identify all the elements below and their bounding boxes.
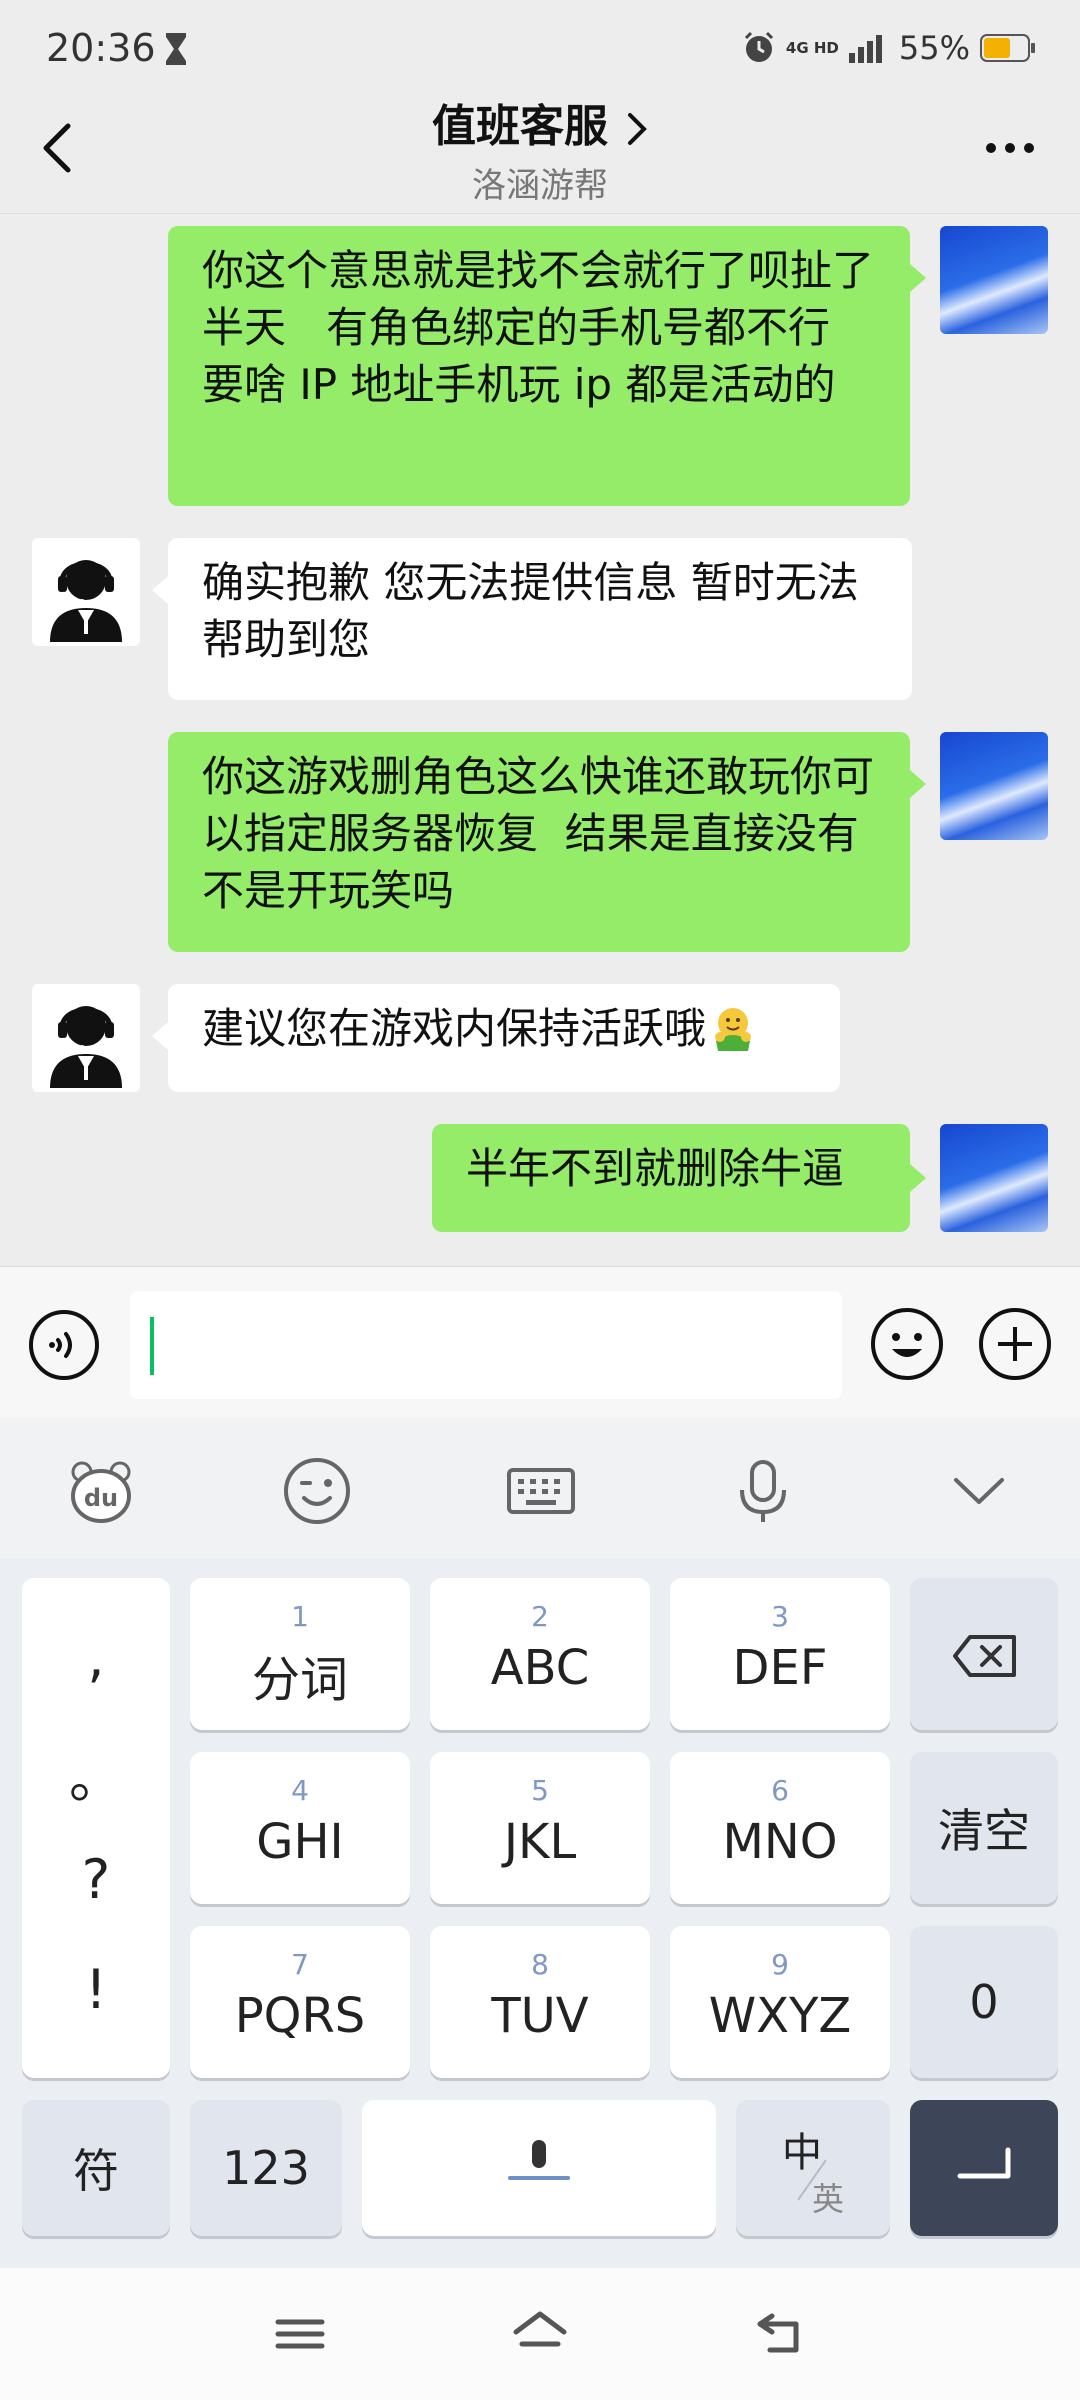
key-1[interactable]: 1 分词	[190, 1578, 410, 1730]
network-type-label: 4G HD	[785, 38, 839, 57]
exclamation-key[interactable]: !	[22, 1958, 170, 2021]
svg-text:du: du	[84, 1484, 118, 1512]
signal-icon	[848, 35, 882, 63]
status-indicators: 4G HD 55%	[742, 28, 1036, 68]
system-navigation-bar	[0, 2268, 1080, 2400]
emoji-smiley-icon[interactable]	[870, 1307, 944, 1381]
question-key[interactable]: ?	[22, 1848, 170, 1911]
chat-title-row[interactable]: 值班客服	[0, 90, 1080, 154]
more-options-icon[interactable]	[984, 140, 1036, 156]
plus-icon[interactable]	[978, 1307, 1052, 1381]
bubble-tail	[152, 576, 168, 604]
period-key[interactable]: 。	[22, 1734, 170, 1813]
keyboard-toolbar: du	[0, 1418, 1080, 1558]
bubble-tail	[152, 1022, 168, 1050]
chevron-down-icon[interactable]	[944, 1456, 1014, 1526]
space-voice-icon	[508, 2140, 570, 2180]
hug-emoji-icon	[715, 1008, 752, 1051]
chat-subtitle: 洛涵游帮	[472, 166, 608, 206]
menu-icon[interactable]	[270, 2306, 330, 2362]
text-cursor	[150, 1317, 154, 1375]
battery-icon	[980, 34, 1035, 62]
backspace-icon	[953, 1635, 1016, 1677]
incoming-message-bubble[interactable]: 建议您在游戏内保持活跃哦	[168, 984, 840, 1092]
key-3[interactable]: 3 DEF	[670, 1578, 890, 1730]
key-9[interactable]: 9 WXYZ	[670, 1926, 890, 2078]
t9-keyboard: , 。 ? ! 1 分词 2 ABC 3 DEF 4 GHI 5 JKL 6 M…	[0, 1558, 1080, 2268]
baidu-du-logo-icon[interactable]: du	[66, 1456, 136, 1526]
message-text-input[interactable]	[130, 1291, 842, 1399]
enter-return-icon	[957, 2147, 1011, 2179]
hourglass-icon	[166, 33, 186, 65]
alarm-icon	[744, 31, 773, 62]
comma-key[interactable]: ,	[22, 1626, 170, 1689]
key-7[interactable]: 7 PQRS	[190, 1926, 410, 2078]
agent-avatar[interactable]	[32, 984, 140, 1092]
status-time: 20:36	[46, 26, 156, 70]
customer-service-agent-icon	[50, 560, 122, 642]
emoji-wink-icon[interactable]	[282, 1456, 352, 1526]
key-4[interactable]: 4 GHI	[190, 1752, 410, 1904]
status-bar: 20:36 4G HD 55%	[0, 0, 1080, 80]
space-key[interactable]	[362, 2100, 716, 2236]
chat-header: 值班客服 洛涵游帮	[0, 80, 1080, 214]
voice-input-icon[interactable]	[28, 1309, 100, 1381]
punctuation-column[interactable]: , 。 ? !	[22, 1578, 170, 2078]
zero-key[interactable]: 0	[910, 1926, 1058, 2078]
my-avatar[interactable]	[940, 1124, 1048, 1232]
key-6[interactable]: 6 MNO	[670, 1752, 890, 1904]
symbols-key[interactable]: 符	[22, 2100, 170, 2236]
battery-percent: 55%	[898, 29, 970, 67]
home-icon[interactable]	[510, 2306, 570, 2362]
chat-input-bar	[0, 1266, 1080, 1418]
customer-service-agent-icon	[50, 1006, 122, 1088]
key-2[interactable]: 2 ABC	[430, 1578, 650, 1730]
my-avatar[interactable]	[940, 732, 1048, 840]
key-8[interactable]: 8 TUV	[430, 1926, 650, 2078]
incoming-message-bubble[interactable]: 确实抱歉 您无法提供信息 暂时无法帮助到您	[168, 538, 912, 700]
clear-key[interactable]: 清空	[910, 1752, 1058, 1904]
agent-avatar[interactable]	[32, 538, 140, 646]
outgoing-message-bubble[interactable]: 你这个意思就是找不会就行了呗扯了半天 有角色绑定的手机号都不行 要啥 IP 地址…	[168, 226, 910, 506]
message-list[interactable]: 你这个意思就是找不会就行了呗扯了半天 有角色绑定的手机号都不行 要啥 IP 地址…	[0, 214, 1080, 1266]
keyboard-icon[interactable]	[506, 1456, 576, 1526]
enter-key[interactable]	[910, 2100, 1058, 2236]
language-switch-key[interactable]: 中 英	[736, 2100, 890, 2236]
chat-title: 值班客服	[432, 101, 608, 152]
numbers-key[interactable]: 123	[190, 2100, 342, 2236]
bubble-tail	[910, 264, 926, 292]
bubble-tail	[910, 1164, 926, 1192]
message-text: 建议您在游戏内保持活跃哦	[202, 1004, 707, 1053]
key-5[interactable]: 5 JKL	[430, 1752, 650, 1904]
back-icon[interactable]	[750, 2306, 810, 2362]
backspace-key[interactable]	[910, 1578, 1058, 1730]
microphone-icon[interactable]	[728, 1456, 798, 1526]
outgoing-message-bubble[interactable]: 半年不到就删除牛逼	[432, 1124, 910, 1232]
chevron-right-icon	[628, 113, 647, 145]
outgoing-message-bubble[interactable]: 你这游戏删角色这么快谁还敢玩你可以指定服务器恢复 结果是直接没有不是开玩笑吗	[168, 732, 910, 952]
my-avatar[interactable]	[940, 226, 1048, 334]
bubble-tail	[910, 770, 926, 798]
